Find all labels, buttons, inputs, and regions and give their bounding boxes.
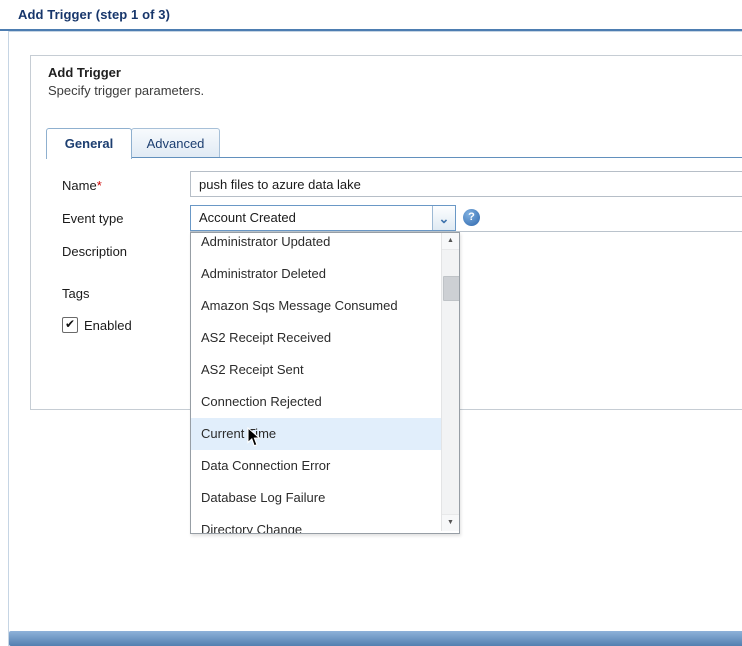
event-type-selected-value: Account Created xyxy=(191,206,432,230)
tab-general[interactable]: General xyxy=(46,128,132,159)
event-type-dropdown-list: Administrator Updated Administrator Dele… xyxy=(190,232,460,534)
name-input[interactable] xyxy=(190,171,742,197)
step-heading: Add Trigger xyxy=(48,65,121,80)
help-icon[interactable]: ? xyxy=(463,209,480,226)
dropdown-item-highlighted[interactable]: Current Time xyxy=(191,418,442,450)
mouse-cursor-icon xyxy=(247,427,261,451)
event-type-combobox[interactable]: Account Created ⌄ xyxy=(190,205,456,231)
scroll-down-icon[interactable]: ▼ xyxy=(442,514,459,531)
dropdown-item[interactable]: AS2 Receipt Received xyxy=(191,322,442,354)
dropdown-items: Administrator Updated Administrator Dele… xyxy=(191,232,442,534)
chevron-down-icon[interactable]: ⌄ xyxy=(432,206,455,230)
step-subheading: Specify trigger parameters. xyxy=(48,83,204,98)
scroll-up-icon[interactable]: ▲ xyxy=(442,233,459,250)
tab-advanced[interactable]: Advanced xyxy=(131,128,220,158)
page-title: Add Trigger (step 1 of 3) xyxy=(18,7,170,22)
add-trigger-dialog: Add Trigger (step 1 of 3) Add Trigger Sp… xyxy=(0,0,742,646)
description-label: Description xyxy=(62,244,127,259)
event-type-label: Event type xyxy=(62,211,123,226)
footer-bar xyxy=(9,631,742,646)
tags-label: Tags xyxy=(62,286,89,301)
dropdown-item[interactable]: Administrator Deleted xyxy=(191,258,442,290)
dropdown-item[interactable]: Amazon Sqs Message Consumed xyxy=(191,290,442,322)
dropdown-item[interactable]: Administrator Updated xyxy=(191,232,442,258)
required-asterisk: * xyxy=(97,178,102,193)
scrollbar-thumb[interactable] xyxy=(443,276,460,301)
name-label: Name* xyxy=(62,178,102,193)
dropdown-item[interactable]: Data Connection Error xyxy=(191,450,442,482)
dropdown-item[interactable]: Database Log Failure xyxy=(191,482,442,514)
enabled-label: Enabled xyxy=(84,318,132,333)
dropdown-item[interactable]: Directory Change xyxy=(191,514,442,534)
dropdown-scrollbar[interactable]: ▲ ▼ xyxy=(441,233,459,531)
dropdown-item[interactable]: AS2 Receipt Sent xyxy=(191,354,442,386)
enabled-checkbox[interactable]: ✔ xyxy=(62,317,78,333)
dropdown-item[interactable]: Connection Rejected xyxy=(191,386,442,418)
tab-strip-divider xyxy=(46,157,742,158)
